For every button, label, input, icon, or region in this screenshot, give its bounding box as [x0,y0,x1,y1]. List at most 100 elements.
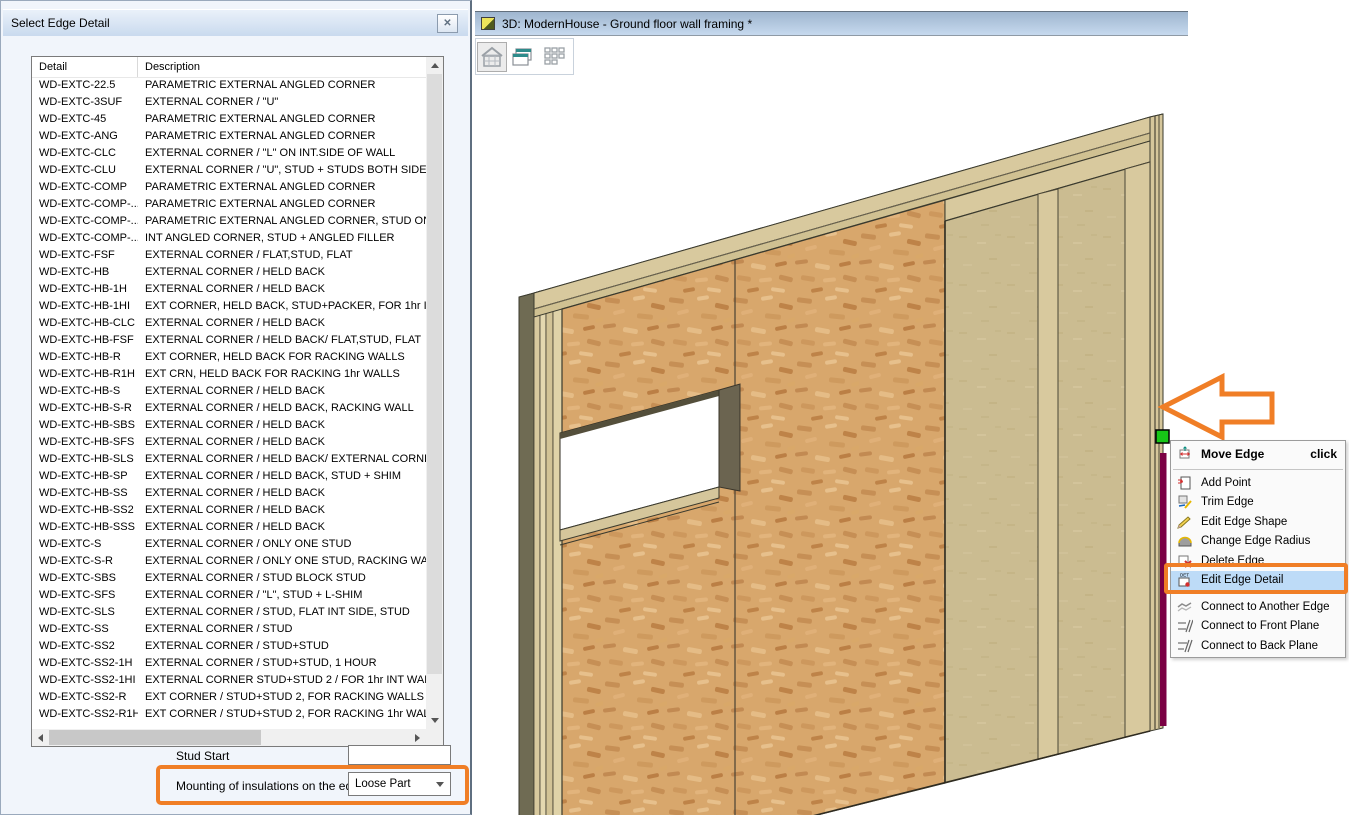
close-icon[interactable]: ✕ [437,14,458,33]
table-row[interactable]: WD-EXTC-HB-SFSEXTERNAL CORNER / HELD BAC… [32,434,426,451]
table-row[interactable]: WD-EXTC-HB-SPEXTERNAL CORNER / HELD BACK… [32,468,426,485]
table-row[interactable]: WD-EXTC-HB-1HEXTERNAL CORNER / HELD BACK [32,281,426,298]
table-row[interactable]: WD-EXTC-HB-SS2EXTERNAL CORNER / HELD BAC… [32,502,426,519]
table-row[interactable]: WD-EXTC-HB-S-REXTERNAL CORNER / HELD BAC… [32,400,426,417]
detail-cell: WD-EXTC-CLC [32,145,138,162]
description-cell: EXT CRN, HELD BACK FOR RACKING 1hr WALLS [138,366,426,383]
dialog-titlebar[interactable]: Select Edge Detail ✕ [3,9,468,36]
menu-item-change-edge-radius[interactable]: Change Edge Radius [1171,532,1345,552]
table-row[interactable]: WD-EXTC-HB-SBSEXTERNAL CORNER / HELD BAC… [32,417,426,434]
detail-cell: WD-EXTC-HB-SBS [32,417,138,434]
table-row[interactable]: WD-EXTC-COMP-...PARAMETRIC EXTERNAL ANGL… [32,196,426,213]
table-row[interactable]: WD-EXTC-SEXTERNAL CORNER / ONLY ONE STUD [32,536,426,553]
detail-cell: WD-EXTC-SFS [32,587,138,604]
stud-start-input[interactable] [348,745,451,765]
mounting-label: Mounting of insulations on the edge [176,779,365,793]
description-cell: PARAMETRIC EXTERNAL ANGLED CORNER [138,111,426,128]
column-header-description[interactable]: Description [138,57,426,77]
table-row[interactable]: WD-EXTC-SS2-1HEXTERNAL CORNER / STUD+STU… [32,655,426,672]
table-row[interactable]: WD-EXTC-CLCEXTERNAL CORNER / "L" ON INT.… [32,145,426,162]
table-row[interactable]: WD-EXTC-HB-SSSEXTERNAL CORNER / HELD BAC… [32,519,426,536]
description-cell: EXTERNAL CORNER / HELD BACK [138,383,426,400]
table-row[interactable]: WD-EXTC-HB-1HIEXT CORNER, HELD BACK, STU… [32,298,426,315]
menu-item-edit-edge-shape[interactable]: Edit Edge Shape [1171,512,1345,532]
chevron-down-icon [436,782,444,787]
detail-cell: WD-EXTC-S [32,536,138,553]
description-cell: EXTERNAL CORNER / ONLY ONE STUD, RACKING… [138,553,426,570]
table-row[interactable]: WD-EXTC-FSFEXTERNAL CORNER / FLAT,STUD, … [32,247,426,264]
table-row[interactable]: WD-EXTC-SBSEXTERNAL CORNER / STUD BLOCK … [32,570,426,587]
viewport-titlebar[interactable]: 3D: ModernHouse - Ground floor wall fram… [475,11,1188,36]
detail-cell: WD-EXTC-SS2 [32,638,138,655]
table-row[interactable]: WD-EXTC-HB-R1HEXT CRN, HELD BACK FOR RAC… [32,366,426,383]
table-row[interactable]: WD-EXTC-SS2EXTERNAL CORNER / STUD+STUD [32,638,426,655]
horizontal-scroll-thumb[interactable] [49,730,261,745]
table-row[interactable]: WD-EXTC-HB-FSFEXTERNAL CORNER / HELD BAC… [32,332,426,349]
menu-item-edit-edge-detail[interactable]: DETEdit Edge Detail [1171,571,1345,591]
table-row[interactable]: WD-EXTC-SS2-1HIEXTERNAL CORNER STUD+STUD… [32,672,426,689]
table-row[interactable]: WD-EXTC-S-REXTERNAL CORNER / ONLY ONE ST… [32,553,426,570]
3d-wall-view[interactable] [475,38,1349,815]
scroll-right-icon[interactable] [409,729,426,746]
menu-item-delete-edge[interactable]: Delete Edge [1171,551,1345,571]
detail-cell: WD-EXTC-SLS [32,604,138,621]
selected-edge-highlight[interactable] [1160,453,1167,726]
scroll-down-icon[interactable] [426,712,443,729]
detail-cell: WD-EXTC-SS2-1HI [32,672,138,689]
table-row[interactable]: WD-EXTC-COMP-...INT ANGLED CORNER, STUD … [32,230,426,247]
detail-cell: WD-EXTC-HB-1HI [32,298,138,315]
menu-item-connect-to-back-plane[interactable]: Connect to Back Plane [1171,636,1345,656]
table-row[interactable]: WD-EXTC-SS2-REXT CORNER / STUD+STUD 2, F… [32,689,426,706]
table-row[interactable]: WD-EXTC-HB-SLSEXTERNAL CORNER / HELD BAC… [32,451,426,468]
tile-windows-icon[interactable] [539,42,569,72]
change-edge-radius-icon [1177,533,1193,549]
cascade-windows-icon[interactable] [508,42,538,72]
house-frame-icon[interactable] [477,42,507,72]
horizontal-scrollbar[interactable] [32,729,426,746]
scroll-left-icon[interactable] [32,729,49,746]
list-header[interactable]: Detail Description [32,57,426,78]
table-row[interactable]: WD-EXTC-HB-SEXTERNAL CORNER / HELD BACK [32,383,426,400]
description-cell: EXTERNAL CORNER / STUD, FLAT INT SIDE, S… [138,604,426,621]
table-row[interactable]: WD-EXTC-SSEXTERNAL CORNER / STUD [32,621,426,638]
table-row[interactable]: WD-EXTC-HBEXTERNAL CORNER / HELD BACK [32,264,426,281]
menu-item-trim-edge[interactable]: Trim Edge [1171,493,1345,513]
table-row[interactable]: WD-EXTC-CLUEXTERNAL CORNER / "U", STUD +… [32,162,426,179]
table-row[interactable]: WD-EXTC-45PARAMETRIC EXTERNAL ANGLED COR… [32,111,426,128]
menu-item-move-edge[interactable]: Move Edgeclick [1171,442,1345,466]
edge-grip-handle[interactable] [1156,430,1169,443]
table-row[interactable]: WD-EXTC-HB-SSEXTERNAL CORNER / HELD BACK [32,485,426,502]
detail-cell: WD-EXTC-3SUF [32,94,138,111]
table-row[interactable]: WD-EXTC-22.5PARAMETRIC EXTERNAL ANGLED C… [32,77,426,94]
table-row[interactable]: WD-EXTC-HB-REXT CORNER, HELD BACK FOR RA… [32,349,426,366]
end-stud [1125,162,1150,737]
table-row[interactable]: WD-EXTC-COMP-...PARAMETRIC EXTERNAL ANGL… [32,213,426,230]
detail-cell: WD-EXTC-SS2-R [32,689,138,706]
description-cell: EXTERNAL CORNER / HELD BACK [138,485,426,502]
svg-text:DET: DET [1180,573,1189,578]
detail-list-rows: WD-EXTC-22.5PARAMETRIC EXTERNAL ANGLED C… [32,77,426,729]
menu-item-add-point[interactable]: Add Point [1171,473,1345,493]
vertical-scroll-thumb[interactable] [427,74,442,674]
menu-separator [1173,593,1343,594]
table-row[interactable]: WD-EXTC-SFSEXTERNAL CORNER / "L", STUD +… [32,587,426,604]
description-cell: EXTERNAL CORNER / HELD BACK [138,519,426,536]
description-cell: EXTERNAL CORNER / STUD BLOCK STUD [138,570,426,587]
table-row[interactable]: WD-EXTC-COMPPARAMETRIC EXTERNAL ANGLED C… [32,179,426,196]
description-cell: EXT CORNER / STUD+STUD 2, FOR RACKING 1h… [138,706,426,723]
table-row[interactable]: WD-EXTC-HB-CLCEXTERNAL CORNER / HELD BAC… [32,315,426,332]
vertical-scrollbar[interactable] [426,57,443,729]
column-header-detail[interactable]: Detail [32,57,138,77]
menu-item-connect-to-another-edge[interactable]: Connect to Another Edge [1171,597,1345,617]
table-row[interactable]: WD-EXTC-ANGPARAMETRIC EXTERNAL ANGLED CO… [32,128,426,145]
menu-item-connect-to-front-plane[interactable]: Connect to Front Plane [1171,617,1345,637]
scroll-up-icon[interactable] [426,57,443,74]
description-cell: EXTERNAL CORNER STUD+STUD 2 / FOR 1hr IN… [138,672,426,689]
dialog-title: Select Edge Detail [11,16,110,30]
callout-arrow-icon [1163,377,1272,437]
table-row[interactable]: WD-EXTC-3SUFEXTERNAL CORNER / "U" [32,94,426,111]
mounting-select[interactable]: Loose Part [348,772,451,796]
table-row[interactable]: WD-EXTC-SLSEXTERNAL CORNER / STUD, FLAT … [32,604,426,621]
edge-detail-list[interactable]: Detail Description WD-EXTC-22.5PARAMETRI… [31,56,444,747]
table-row[interactable]: WD-EXTC-SS2-R1HEXT CORNER / STUD+STUD 2,… [32,706,426,723]
